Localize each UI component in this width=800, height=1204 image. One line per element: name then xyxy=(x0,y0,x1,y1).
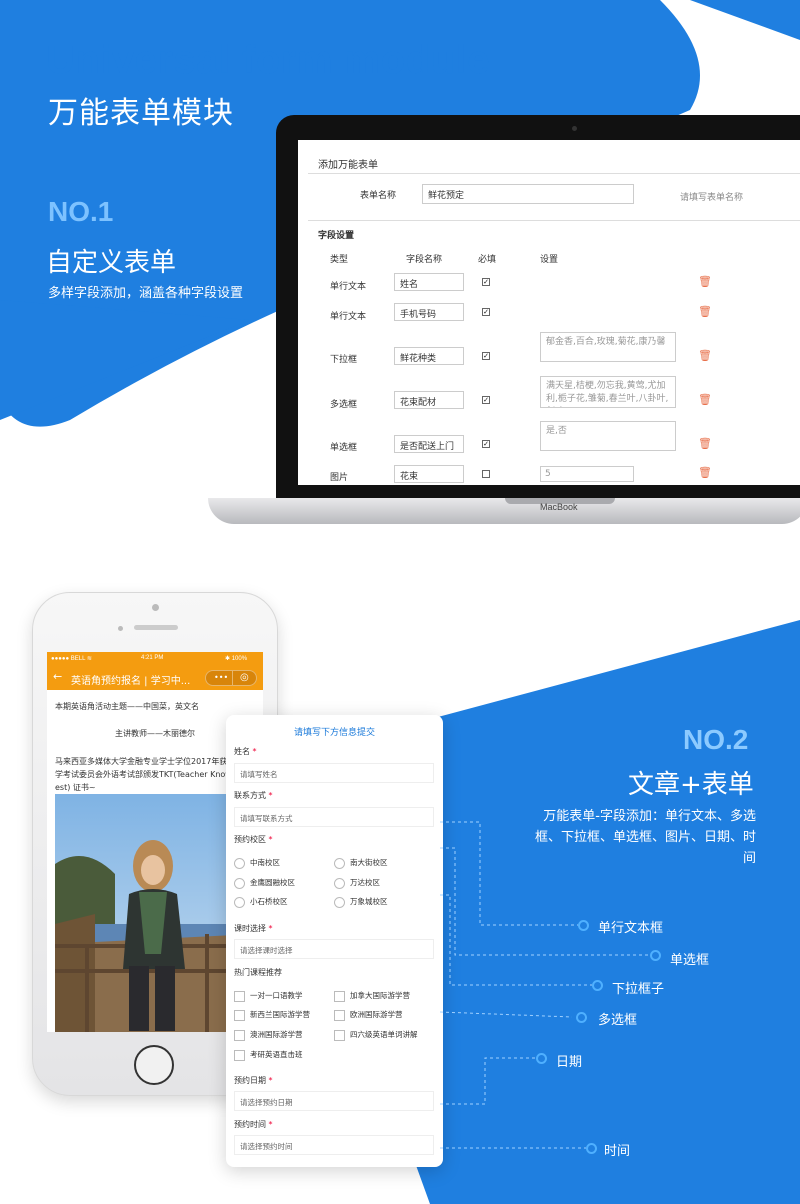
callout-radio: 单选框 xyxy=(670,953,710,968)
callout-dot xyxy=(576,1012,587,1023)
callout-dot xyxy=(578,920,589,931)
callout-date: 日期 xyxy=(556,1055,583,1070)
callout-dot xyxy=(586,1143,597,1154)
callout-dropdown: 下拉框子 xyxy=(612,982,665,997)
callout-checkbox: 多选框 xyxy=(598,1013,638,1028)
callout-lines xyxy=(439,821,650,1149)
callout-dot xyxy=(536,1053,547,1064)
callout-single-line-text: 单行文本框 xyxy=(598,921,664,936)
callout-time: 时间 xyxy=(604,1144,631,1159)
callout-dot xyxy=(650,950,661,961)
callout-dot xyxy=(592,980,603,991)
